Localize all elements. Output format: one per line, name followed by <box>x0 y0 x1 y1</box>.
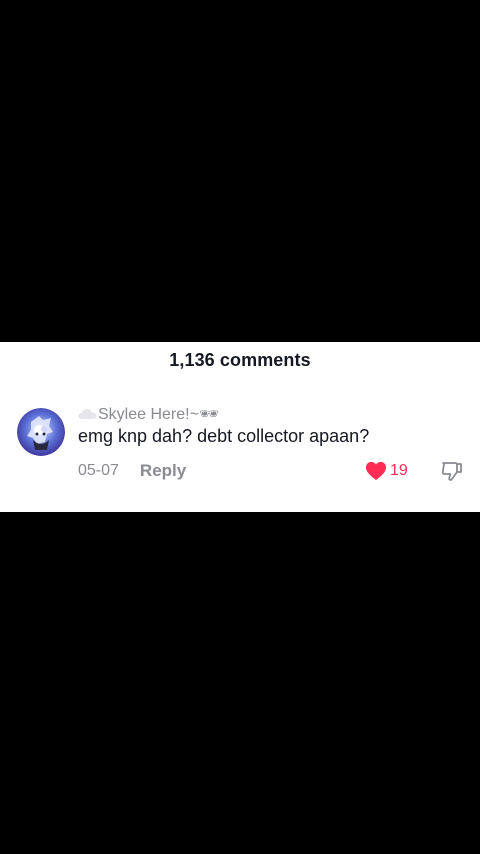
avatar[interactable] <box>17 408 65 456</box>
video-screen: 1,136 comments Skylee Here!~🕶 emg knp da… <box>0 0 480 854</box>
cloud-icon <box>78 409 97 419</box>
like-button[interactable]: 19 <box>365 460 408 482</box>
heart-icon <box>366 461 386 481</box>
bottom-letterbox <box>0 512 480 854</box>
reply-button[interactable]: Reply <box>140 461 186 481</box>
thumbs-down-icon <box>441 462 462 481</box>
comment-username: Skylee Here!~🕶 <box>98 406 220 423</box>
comment-item: Skylee Here!~🕶 emg knp dah? debt collect… <box>0 402 480 502</box>
comment-meta: 05-07 Reply <box>78 460 186 482</box>
comment-text: emg knp dah? debt collector apaan? <box>78 426 370 446</box>
dislike-button[interactable] <box>440 459 464 483</box>
avatar-image <box>17 408 65 456</box>
comments-count: 1,136 comments <box>169 349 311 370</box>
username-row[interactable]: Skylee Here!~🕶 <box>78 404 219 424</box>
comment-date: 05-07 <box>78 462 119 479</box>
comments-header: 1,136 comments <box>0 342 480 378</box>
top-letterbox <box>0 0 480 342</box>
like-count: 19 <box>390 462 408 479</box>
comments-panel: 1,136 comments Skylee Here!~🕶 emg knp da… <box>0 342 480 512</box>
